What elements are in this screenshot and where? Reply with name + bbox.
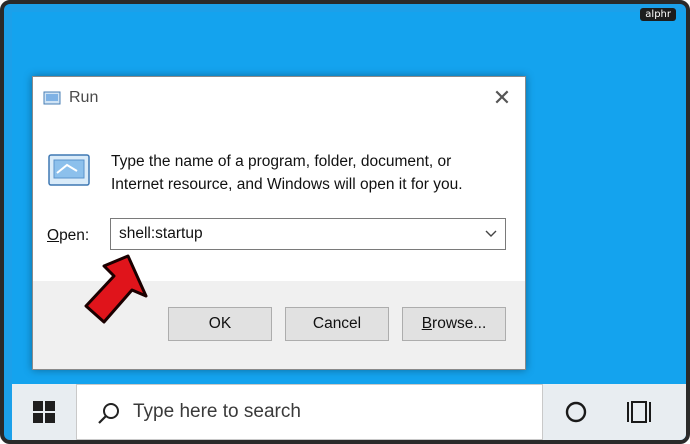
taskbar: Type here to search [12, 384, 686, 440]
browse-accesskey: B [421, 315, 433, 332]
cortana-circle-icon[interactable] [564, 400, 588, 424]
dialog-title: Run [69, 89, 99, 106]
screenshot-frame: alphr Run ✕ Type the name of a program, … [0, 0, 690, 444]
dialog-titlebar[interactable]: Run ✕ [33, 77, 525, 119]
red-pointer-arrow-icon [84, 254, 148, 324]
watermark-badge: alphr [640, 8, 676, 21]
start-button[interactable] [12, 384, 76, 440]
task-view-icon[interactable] [626, 398, 654, 426]
cancel-button[interactable]: Cancel [285, 307, 389, 341]
description-line-1: Type the name of a program, folder, docu… [111, 153, 452, 170]
open-label: Open: [47, 227, 89, 245]
close-button[interactable]: ✕ [479, 77, 525, 119]
run-app-icon [43, 91, 61, 105]
windows-start-icon [33, 401, 55, 423]
search-icon [98, 403, 119, 424]
ok-button[interactable]: OK [168, 307, 272, 341]
open-input-value[interactable]: shell:startup [119, 225, 203, 243]
chevron-down-icon [485, 230, 497, 237]
open-label-accesskey: O [47, 227, 60, 244]
description-line-2: Internet resource, and Windows will open… [111, 176, 463, 193]
dialog-description: Type the name of a program, folder, docu… [111, 150, 511, 196]
open-dropdown-button[interactable] [479, 219, 503, 249]
search-placeholder: Type here to search [133, 401, 301, 422]
close-icon: ✕ [492, 85, 512, 110]
run-program-icon [48, 154, 90, 186]
browse-button[interactable]: Browse... [402, 307, 506, 341]
open-combobox[interactable]: shell:startup [110, 218, 506, 250]
taskbar-search-box[interactable]: Type here to search [76, 384, 543, 440]
browse-label-rest: rowse... [432, 315, 487, 332]
open-label-rest: pen: [59, 227, 90, 244]
